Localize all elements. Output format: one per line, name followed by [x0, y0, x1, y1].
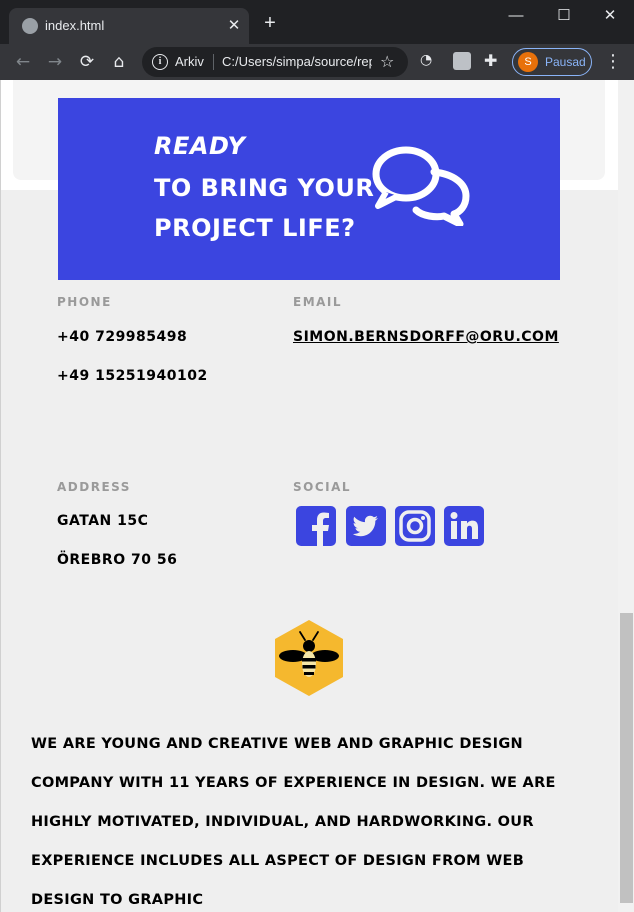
reload-button[interactable]: ⟳: [75, 50, 99, 74]
extensions-puzzle-icon[interactable]: ✚: [484, 52, 502, 70]
address-line-1: Gatan 15C: [57, 513, 149, 529]
address-line-2: Örebro 70 56: [57, 552, 178, 568]
maximize-button[interactable]: ☐: [554, 6, 574, 26]
tab-close-icon[interactable]: ✕: [225, 16, 243, 34]
phone-label: Phone: [57, 295, 112, 309]
phone-number-2[interactable]: +49 15251940102: [57, 368, 208, 384]
globe-icon: [22, 18, 38, 34]
banner-line-3: project life?: [154, 214, 356, 242]
linkedin-icon[interactable]: [444, 506, 484, 546]
avatar: S: [518, 52, 538, 72]
info-icon[interactable]: i: [152, 54, 168, 70]
profile-button[interactable]: S Pausad: [512, 48, 592, 76]
banner-headline: Ready: [154, 132, 246, 160]
profile-label: Pausad: [545, 55, 586, 69]
browser-toolbar: ← → ⟳ ⌂ i Arkiv C:/Users/simpa/source/re…: [0, 44, 634, 80]
tab-title: index.html: [45, 18, 105, 33]
back-button[interactable]: ←: [11, 50, 35, 74]
home-button[interactable]: ⌂: [107, 50, 131, 74]
scheme-label: Arkiv: [175, 54, 204, 69]
minimize-button[interactable]: —: [506, 6, 526, 26]
bee-logo-icon: [275, 620, 343, 696]
new-tab-button[interactable]: +: [260, 13, 280, 33]
twitter-icon[interactable]: [346, 506, 386, 546]
bookmark-star-icon[interactable]: ☆: [380, 52, 394, 71]
banner-line-2: to bring your: [154, 174, 375, 202]
cta-banner: Ready to bring your project life?: [58, 98, 560, 280]
phone-number-1[interactable]: +40 729985498: [57, 329, 187, 345]
kebab-menu-icon[interactable]: ⋮: [604, 50, 622, 74]
email-link[interactable]: simon.bernsdorff@oru.com: [293, 329, 559, 345]
page-scrollbar[interactable]: [618, 80, 634, 912]
scrollbar-thumb[interactable]: [620, 613, 633, 903]
page-viewport: Ready to bring your project life? Phone …: [0, 80, 634, 912]
extension-reader-icon[interactable]: [453, 52, 471, 70]
instagram-icon[interactable]: [395, 506, 435, 546]
facebook-icon[interactable]: [296, 506, 336, 546]
chat-bubbles-icon: [372, 146, 470, 226]
url-text[interactable]: C:/Users/simpa/source/repos/index.html: [222, 54, 372, 69]
close-window-button[interactable]: ✕: [600, 6, 620, 26]
about-text: We are young and creative web and graphi…: [31, 736, 556, 908]
browser-titlebar: index.html ✕ + — ☐ ✕: [0, 0, 634, 44]
browser-tab[interactable]: index.html ✕: [9, 8, 249, 44]
omnibox-divider: [213, 54, 214, 70]
social-label: Social: [293, 480, 352, 494]
address-label: Address: [57, 480, 131, 494]
forward-button[interactable]: →: [43, 50, 67, 74]
email-label: Email: [293, 295, 343, 309]
extension-cursor-icon[interactable]: ◔: [420, 52, 438, 70]
address-bar[interactable]: i Arkiv C:/Users/simpa/source/repos/inde…: [142, 47, 408, 77]
